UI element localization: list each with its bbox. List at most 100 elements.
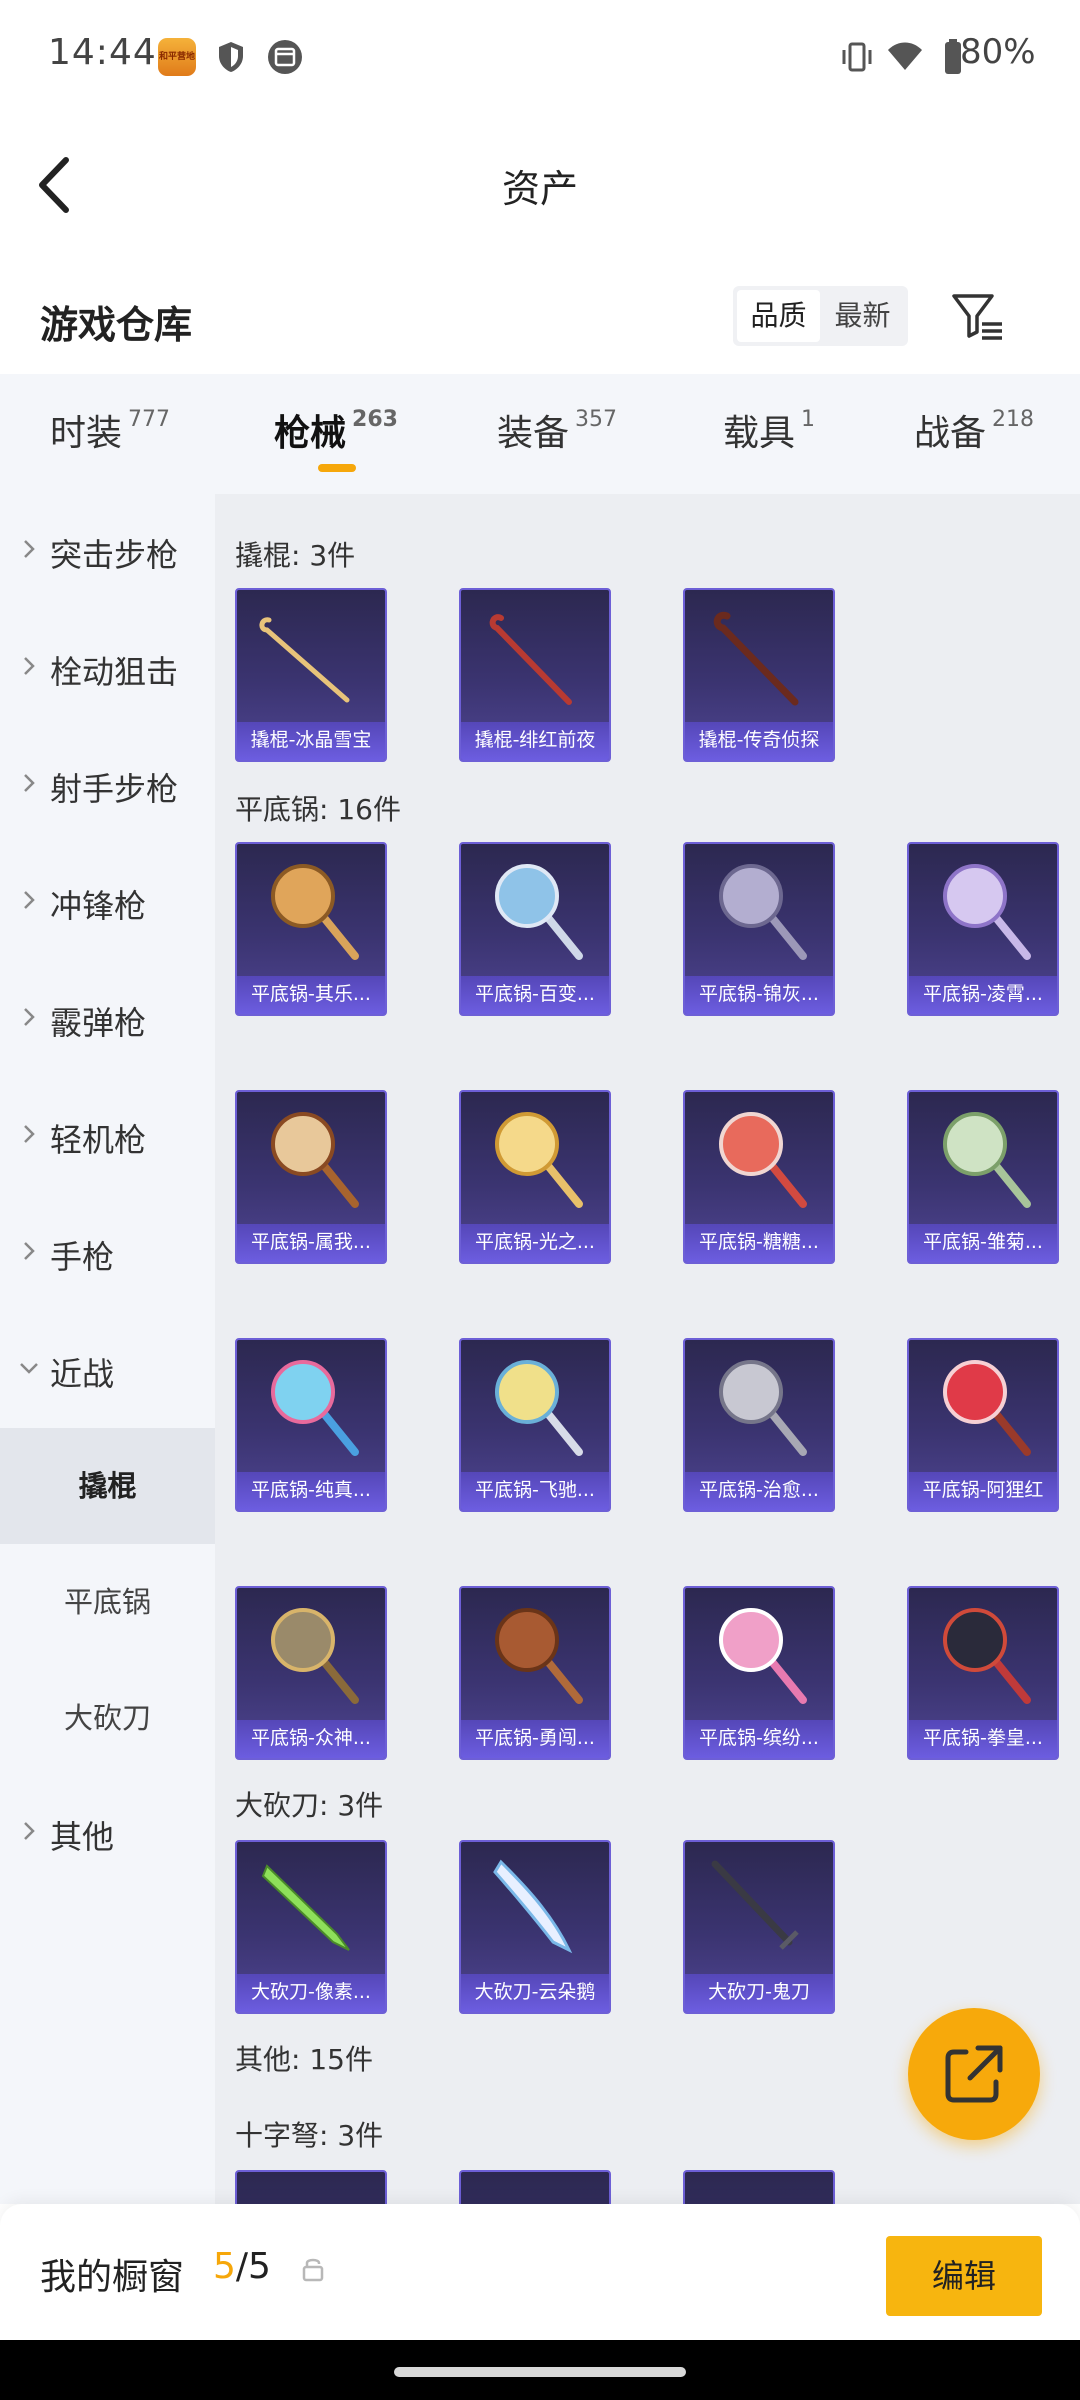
crowbar-icon	[489, 614, 572, 705]
item-card[interactable]: 撬棍-绯红前夜	[459, 588, 611, 762]
item-card[interactable]: 平底锅-光之...	[459, 1090, 611, 1264]
item-card[interactable]: 平底锅-纯真...	[235, 1338, 387, 1512]
pan-icon	[719, 864, 807, 960]
item-card[interactable]: 大砍刀-鬼刀	[683, 1840, 835, 2014]
item-card[interactable]: 平底锅-众神...	[235, 1586, 387, 1760]
item-card[interactable]: 大砍刀-像素...	[235, 1840, 387, 2014]
wifi-icon	[888, 42, 922, 70]
app-header: 资产	[0, 130, 1080, 240]
showcase-label: 我的橱窗	[40, 2257, 185, 2298]
pan-icon	[495, 864, 583, 960]
pan-icon	[495, 1608, 583, 1704]
sidebar-item-other[interactable]: 其他	[0, 1776, 215, 1892]
sidebar-subitem-machete[interactable]: 大砍刀	[0, 1660, 215, 1776]
showcase-bar: 我的橱窗 5/5 编辑	[0, 2204, 1080, 2340]
item-card[interactable]: 平底锅-缤纷...	[683, 1586, 835, 1760]
item-card[interactable]: 平底锅-阿狸红	[907, 1338, 1059, 1512]
share-icon	[945, 2045, 1003, 2103]
chevron-right-icon	[24, 1242, 35, 1260]
sort-newest-button[interactable]: 最新	[821, 290, 904, 342]
tab-fashion[interactable]: 时装 777	[50, 404, 170, 456]
sidebar-item-melee[interactable]: 近战	[0, 1313, 215, 1429]
tab-firearms[interactable]: 枪械 263	[274, 404, 398, 456]
sidebar-item-assault-rifle[interactable]: 突击步枪	[0, 494, 215, 610]
shield-icon	[219, 42, 243, 72]
item-card[interactable]: 平底锅-其乐...	[235, 842, 387, 1016]
sidebar-item-bolt-sniper[interactable]: 栓动狙击	[0, 611, 215, 727]
item-card[interactable]: 平底锅-属我...	[235, 1090, 387, 1264]
machete-icon	[711, 1860, 799, 1950]
calendar-icon	[268, 40, 302, 74]
item-card[interactable]: 大砍刀-云朵鹅	[459, 1840, 611, 2014]
filter-icon[interactable]	[948, 286, 1008, 346]
section-title-pan: 平底锅: 16件	[235, 793, 401, 826]
pan-icon	[271, 864, 359, 960]
sidebar-subitem-pan[interactable]: 平底锅	[0, 1544, 215, 1660]
chevron-right-icon	[24, 1125, 35, 1143]
item-card[interactable]	[235, 2170, 387, 2204]
chevron-right-icon	[24, 1822, 35, 1840]
pan-icon	[495, 1112, 583, 1208]
share-button[interactable]	[908, 2008, 1040, 2140]
warehouse-title: 游戏仓库	[40, 303, 193, 347]
tab-equipment[interactable]: 装备 357	[497, 404, 617, 456]
active-tab-indicator	[318, 464, 356, 472]
warehouse-bar: 游戏仓库 品质 最新	[0, 270, 1080, 370]
vibrate-icon	[842, 42, 872, 72]
gesture-bar	[0, 2340, 1080, 2400]
page-title: 资产	[501, 167, 578, 211]
pan-icon	[495, 1360, 583, 1456]
item-card[interactable]: 平底锅-凌霄...	[907, 842, 1059, 1016]
pan-icon	[271, 1112, 359, 1208]
chevron-right-icon	[24, 774, 35, 792]
item-card[interactable]: 平底锅-拳皇...	[907, 1586, 1059, 1760]
crowbar-icon	[259, 617, 350, 703]
edit-button[interactable]: 编辑	[886, 2236, 1042, 2316]
sidebar-item-marksman-rifle[interactable]: 射手步枪	[0, 728, 215, 844]
sidebar-item-lmg[interactable]: 轻机枪	[0, 1079, 215, 1195]
sort-quality-button[interactable]: 品质	[737, 290, 820, 342]
home-indicator[interactable]	[394, 2367, 686, 2377]
tab-supplies[interactable]: 战备 218	[914, 404, 1034, 456]
app-badge-icon: 和平营地	[158, 38, 196, 76]
pan-icon	[271, 1360, 359, 1456]
category-tabs: 时装 777 枪械 263 装备 357 载具 1 战备 218	[0, 374, 1080, 494]
item-card[interactable]: 平底锅-百变...	[459, 842, 611, 1016]
item-card[interactable]: 平底锅-勇闯...	[459, 1586, 611, 1760]
weapon-type-sidebar: 突击步枪 栓动狙击 射手步枪 冲锋枪 霰弹枪 轻机枪 手枪 近战 撬棍 平底锅 …	[0, 494, 215, 2204]
chevron-down-icon	[20, 1363, 38, 1374]
section-title-crowbar: 撬棍: 3件	[235, 539, 356, 572]
status-bar: 14:44 和平营地 80%	[0, 0, 1080, 110]
item-card[interactable]: 撬棍-传奇侦探	[683, 588, 835, 762]
item-card[interactable]	[459, 2170, 611, 2204]
item-card[interactable]: 平底锅-飞驰...	[459, 1338, 611, 1512]
sidebar-item-smg[interactable]: 冲锋枪	[0, 845, 215, 961]
item-card[interactable]	[683, 2170, 835, 2204]
section-title-crossbow: 十字弩: 3件	[235, 2119, 384, 2152]
item-grid: 撬棍: 3件 撬棍-冰晶雪宝 撬棍-绯红前夜 撬棍-传奇侦探 平底锅: 16件 …	[215, 494, 1080, 2204]
status-time: 14:44	[48, 32, 157, 73]
chevron-right-icon	[24, 1008, 35, 1026]
item-card[interactable]: 撬棍-冰晶雪宝	[235, 588, 387, 762]
sort-toggle: 品质 最新	[733, 286, 908, 346]
battery-level: 80%	[960, 32, 1036, 72]
tab-vehicles[interactable]: 载具 1	[723, 404, 815, 456]
lock-icon	[302, 2258, 324, 2282]
pan-icon	[271, 1608, 359, 1704]
pan-icon	[719, 1360, 807, 1456]
pan-icon	[943, 864, 1031, 960]
machete-icon	[261, 1864, 350, 1951]
item-card[interactable]: 平底锅-雏菊...	[907, 1090, 1059, 1264]
chevron-right-icon	[24, 657, 35, 675]
pan-icon	[719, 1112, 807, 1208]
sidebar-subitem-crowbar[interactable]: 撬棍	[0, 1428, 215, 1544]
sidebar-item-pistol[interactable]: 手枪	[0, 1196, 215, 1312]
section-title-other: 其他: 15件	[235, 2043, 373, 2076]
item-card[interactable]: 平底锅-治愈...	[683, 1338, 835, 1512]
item-card[interactable]: 平底锅-锦灰...	[683, 842, 835, 1016]
item-card[interactable]: 平底锅-糖糖...	[683, 1090, 835, 1264]
chevron-right-icon	[24, 891, 35, 909]
machete-icon	[493, 1859, 573, 1954]
crowbar-icon	[713, 611, 799, 706]
sidebar-item-shotgun[interactable]: 霰弹枪	[0, 962, 215, 1078]
